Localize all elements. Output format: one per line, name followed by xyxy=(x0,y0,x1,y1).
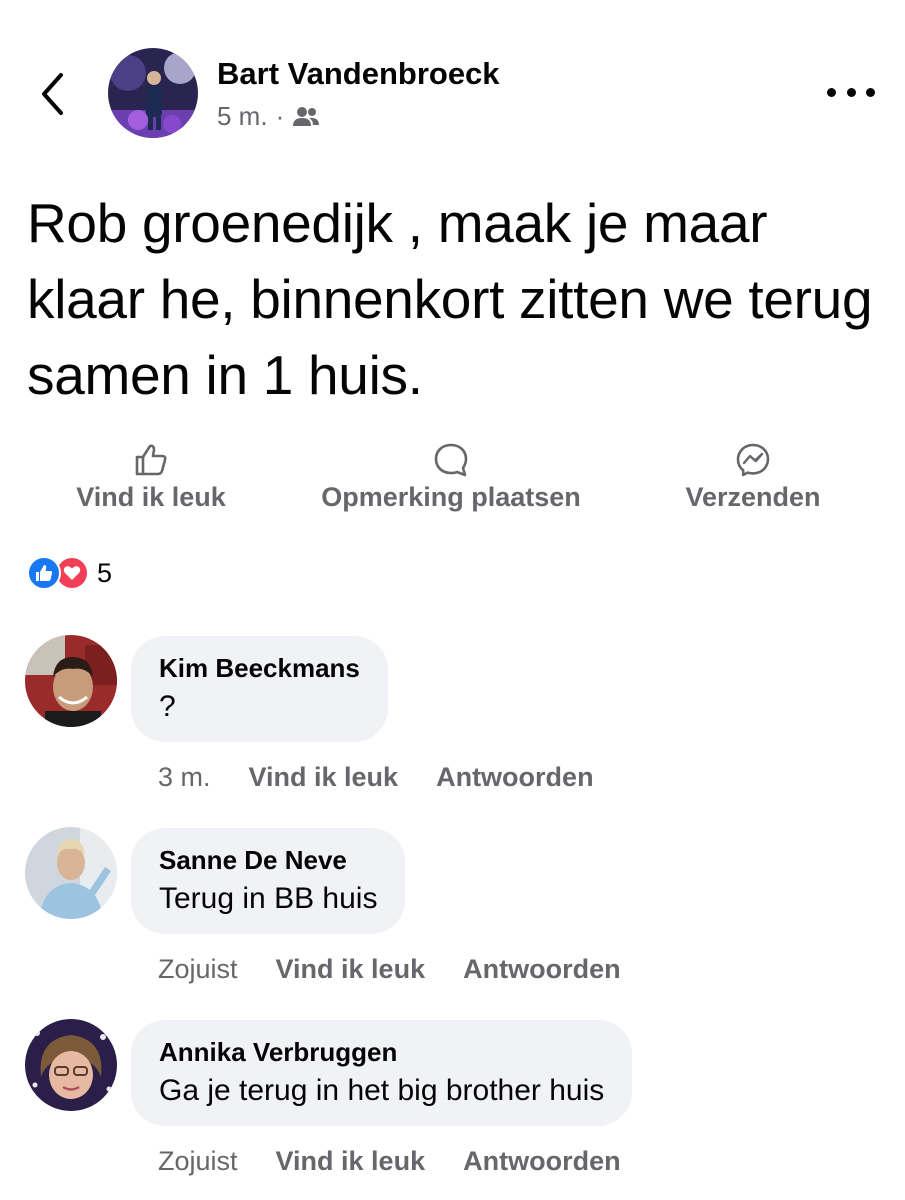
more-options-button[interactable] xyxy=(827,80,875,104)
post-detail-screen: Bart Vandenbroeck 5 m. · Rob groenedijk … xyxy=(0,0,905,1200)
post-time[interactable]: 5 m. xyxy=(217,101,268,132)
like-reaction-icon xyxy=(27,556,61,590)
like-button[interactable]: Vind ik leuk xyxy=(70,442,232,513)
comment-time[interactable]: 3 m. xyxy=(158,762,211,793)
commenter-name[interactable]: Sanne De Neve xyxy=(159,845,377,876)
comment-reply-button[interactable]: Antwoorden xyxy=(463,1146,620,1177)
send-label: Verzenden xyxy=(685,482,821,512)
commenter-avatar[interactable] xyxy=(25,635,117,727)
commenter-avatar[interactable] xyxy=(25,827,117,919)
commenter-name[interactable]: Kim Beeckmans xyxy=(159,653,360,684)
comment-text: Terug in BB huis xyxy=(159,882,378,915)
reactions-summary[interactable]: 5 xyxy=(27,556,112,590)
comment-actions: Zojuist Vind ik leuk Antwoorden xyxy=(158,1146,621,1177)
meta-separator: · xyxy=(275,101,285,131)
comment-text: Ga je terug in het big brother huis xyxy=(159,1074,605,1107)
comment-icon xyxy=(434,443,468,477)
comment-bubble[interactable]: Annika Verbruggen Ga je terug in het big… xyxy=(131,1020,633,1126)
comment-reply-button[interactable]: Antwoorden xyxy=(436,762,593,793)
friends-icon xyxy=(293,106,320,126)
post-meta: 5 m. · xyxy=(217,101,320,132)
comment-label: Opmerking plaatsen xyxy=(321,482,581,512)
comment-like-button[interactable]: Vind ik leuk xyxy=(249,762,399,793)
comment-button[interactable]: Opmerking plaatsen xyxy=(308,442,594,513)
send-button[interactable]: Verzenden xyxy=(678,442,828,513)
dot xyxy=(827,87,836,97)
comment-text: ? xyxy=(159,690,176,723)
comment-bubble[interactable]: Kim Beeckmans ? xyxy=(131,636,388,742)
reaction-count: 5 xyxy=(97,557,113,588)
dot xyxy=(846,87,856,97)
back-button[interactable] xyxy=(30,70,74,118)
messenger-icon xyxy=(736,443,770,477)
comment-actions: Zojuist Vind ik leuk Antwoorden xyxy=(158,954,621,985)
post-text: Rob groenedijk , maak je maar klaar he, … xyxy=(27,192,873,406)
author-name[interactable]: Bart Vandenbroeck xyxy=(217,56,500,92)
commenter-avatar[interactable] xyxy=(25,1019,117,1111)
comment-like-button[interactable]: Vind ik leuk xyxy=(276,1146,426,1177)
author-avatar[interactable] xyxy=(108,48,198,138)
comment-like-button[interactable]: Vind ik leuk xyxy=(276,954,426,985)
comment-reply-button[interactable]: Antwoorden xyxy=(463,954,620,985)
comment-time[interactable]: Zojuist xyxy=(158,954,238,985)
dot xyxy=(866,87,875,97)
commenter-name[interactable]: Annika Verbruggen xyxy=(159,1037,604,1068)
comment-time[interactable]: Zojuist xyxy=(158,1146,238,1177)
comment-actions: 3 m. Vind ik leuk Antwoorden xyxy=(158,762,594,793)
thumbs-up-icon xyxy=(135,444,167,476)
comment-bubble[interactable]: Sanne De Neve Terug in BB huis xyxy=(131,828,406,934)
chevron-left-icon xyxy=(42,73,63,115)
like-label: Vind ik leuk xyxy=(76,482,226,512)
